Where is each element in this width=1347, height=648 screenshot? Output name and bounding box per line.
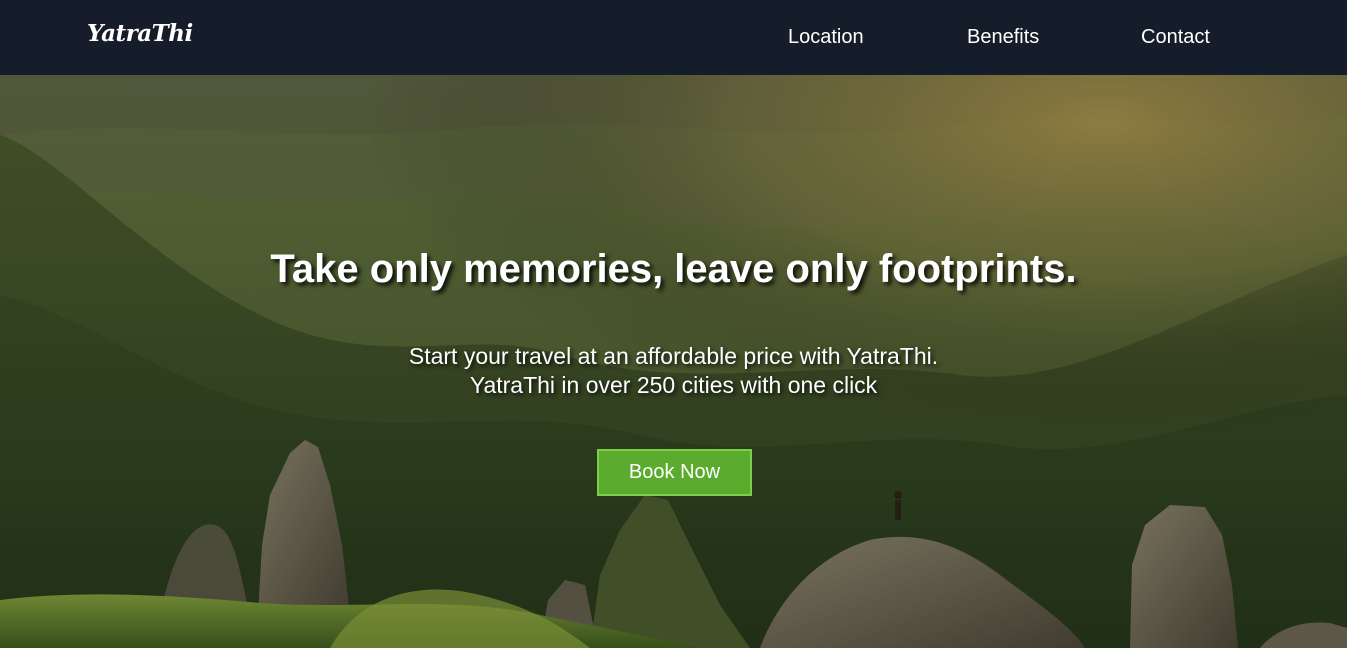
nav-link-contact[interactable]: Contact	[1141, 26, 1210, 49]
book-now-button[interactable]: Book Now	[597, 449, 752, 496]
hero-headline: Take only memories, leave only footprint…	[270, 247, 1077, 291]
hero-section: Take only memories, leave only footprint…	[0, 75, 1347, 648]
top-navbar: YatraThi Location Benefits Contact	[0, 0, 1347, 75]
nav-link-benefits[interactable]: Benefits	[967, 26, 1039, 49]
hero-subtitle-line-1: Start your travel at an affordable price…	[408, 343, 939, 369]
brand-logo[interactable]: YatraThi	[87, 20, 193, 47]
hero-subtitle-line-2: YatraThi in over 250 cities with one cli…	[469, 372, 878, 398]
hero-subtitle: Start your travel at an affordable price…	[0, 342, 1347, 400]
nav-link-location[interactable]: Location	[788, 26, 864, 49]
